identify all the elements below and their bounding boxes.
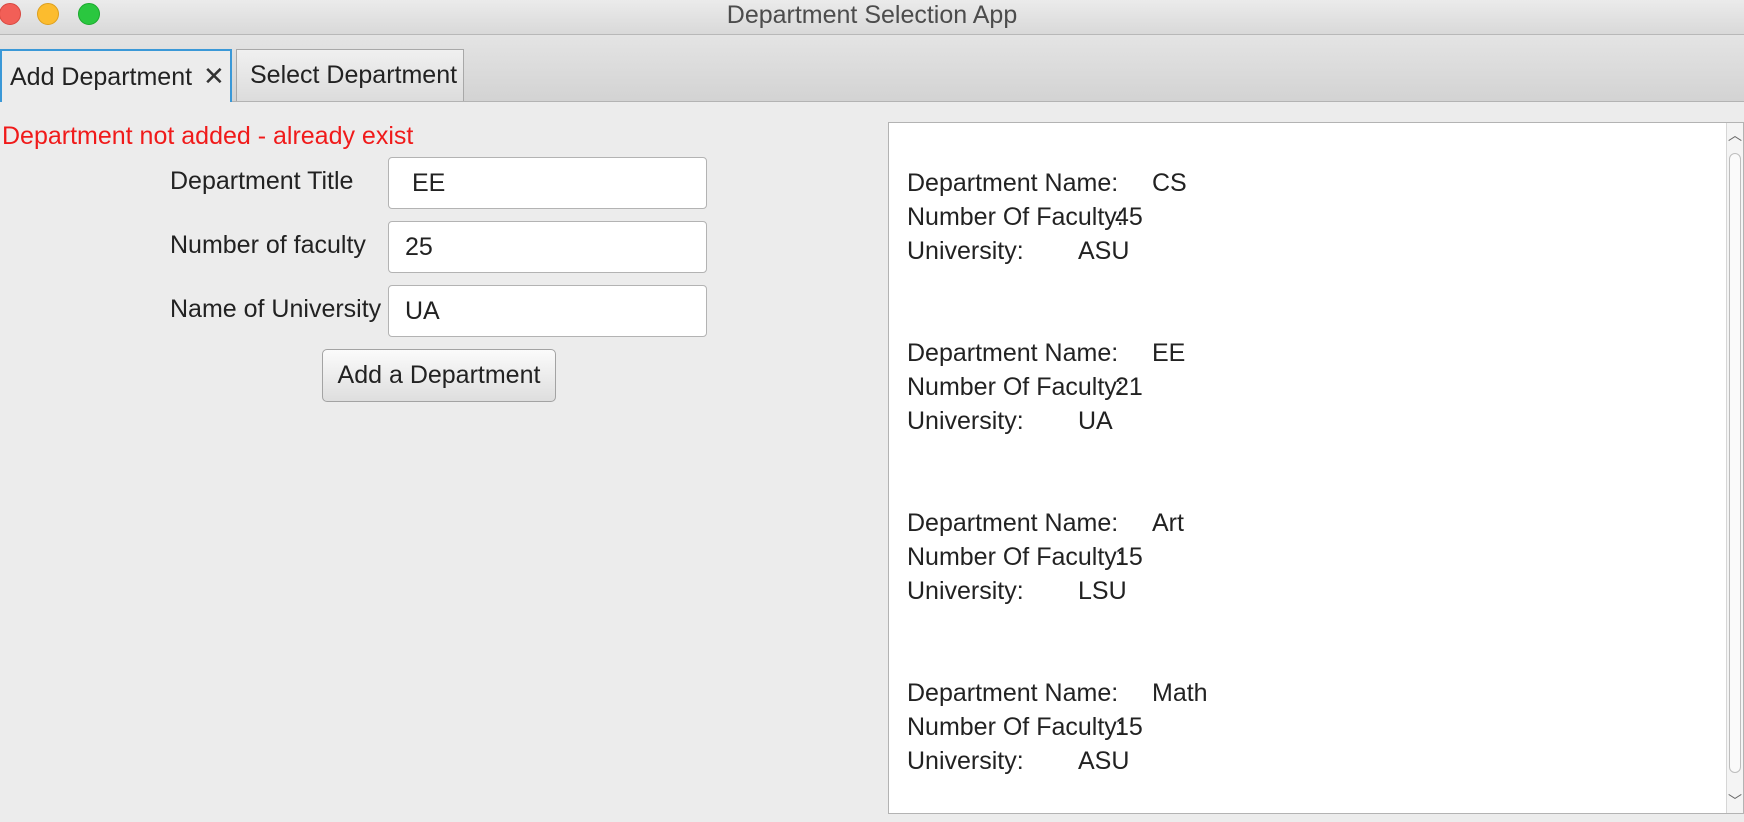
university-value: UA <box>1078 407 1113 435</box>
university-key: University: <box>907 747 1024 775</box>
university-key: University: <box>907 577 1024 605</box>
tab-select-department[interactable]: Select Department <box>236 49 464 101</box>
faculty-count-key: Number Of Faculty: <box>907 713 1124 741</box>
tab-select-department-label: Select Department <box>250 61 458 89</box>
faculty-count-value: 15 <box>1115 713 1143 741</box>
faculty-count-value: 15 <box>1115 543 1143 571</box>
tab-add-department[interactable]: Add Department ✕ <box>0 49 232 102</box>
faculty-count-value: 45 <box>1115 203 1143 231</box>
department-name-value: Math <box>1152 679 1208 707</box>
department-name-value: Art <box>1152 509 1184 537</box>
department-name-key: Department Name: <box>907 339 1119 367</box>
add-department-button[interactable]: Add a Department <box>322 349 556 402</box>
faculty-count-key: Number Of Faculty: <box>907 203 1124 231</box>
university-key: University: <box>907 237 1024 265</box>
tab-add-department-label: Add Department <box>10 63 193 91</box>
close-icon[interactable]: ✕ <box>203 61 225 91</box>
university-key: University: <box>907 407 1024 435</box>
number-of-faculty-input[interactable] <box>388 221 707 273</box>
scroll-up-icon[interactable]: ︿ <box>1727 125 1743 145</box>
department-name-key: Department Name: <box>907 509 1119 537</box>
number-of-faculty-label: Number of faculty <box>170 231 366 259</box>
name-of-university-label: Name of University <box>170 295 382 323</box>
status-message: Department not added - already exist <box>2 122 414 150</box>
department-name-value: EE <box>1152 339 1186 367</box>
department-list[interactable]: Department Name: CS Number Of Faculty: 45 … <box>888 122 1744 814</box>
department-name-value: CS <box>1152 169 1187 197</box>
scroll-down-icon[interactable]: ﹀ <box>1727 791 1743 811</box>
department-title-label: Department Title <box>170 167 354 195</box>
vertical-scrollbar[interactable]: ︿ ﹀ <box>1726 123 1743 813</box>
university-value: ASU <box>1078 747 1130 775</box>
department-title-input[interactable] <box>388 157 707 209</box>
department-name-key: Department Name: <box>907 169 1119 197</box>
name-of-university-input[interactable] <box>388 285 707 337</box>
faculty-count-value: 21 <box>1115 373 1143 401</box>
window-titlebar: Department Selection App <box>0 0 1744 35</box>
tab-bar: Add Department ✕ Select Department <box>0 35 1744 102</box>
window-title: Department Selection App <box>726 1 1018 29</box>
faculty-count-key: Number Of Faculty: <box>907 543 1124 571</box>
department-name-key: Department Name: <box>907 679 1119 707</box>
scrollbar-thumb[interactable] <box>1729 153 1741 773</box>
university-value: ASU <box>1078 237 1130 265</box>
university-value: LSU <box>1078 577 1127 605</box>
faculty-count-key: Number Of Faculty: <box>907 373 1124 401</box>
